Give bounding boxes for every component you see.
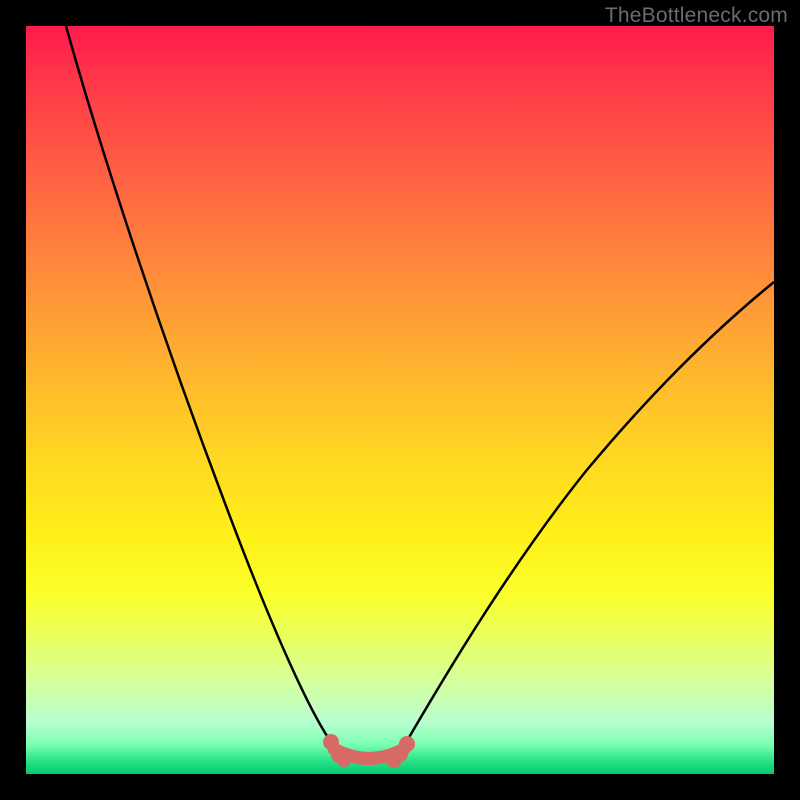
- curve-left: [66, 26, 334, 746]
- chart-frame: TheBottleneck.com: [0, 0, 800, 800]
- chart-plot-area: [26, 26, 774, 774]
- curve-right: [404, 282, 774, 746]
- chart-svg: [26, 26, 774, 774]
- watermark-text: TheBottleneck.com: [605, 4, 788, 28]
